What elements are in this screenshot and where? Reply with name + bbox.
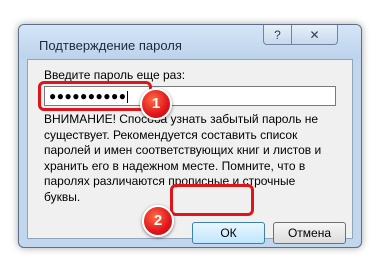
title-bar: Подтверждение пароля ? ✕ [19,25,361,59]
highlight-password-input [38,81,152,111]
ok-button[interactable]: ОК [192,222,265,244]
cancel-button[interactable]: Отмена [273,222,346,244]
step-badge-1: 1 [140,88,172,120]
help-button[interactable]: ? [263,25,292,45]
step-badge-2: 2 [142,205,174,237]
dialog-title: Подтверждение пароля [39,38,182,53]
highlight-ok-button [170,184,254,216]
password-prompt-label: Введите пароль еще раз: [44,68,186,82]
close-button[interactable]: ✕ [292,25,338,45]
